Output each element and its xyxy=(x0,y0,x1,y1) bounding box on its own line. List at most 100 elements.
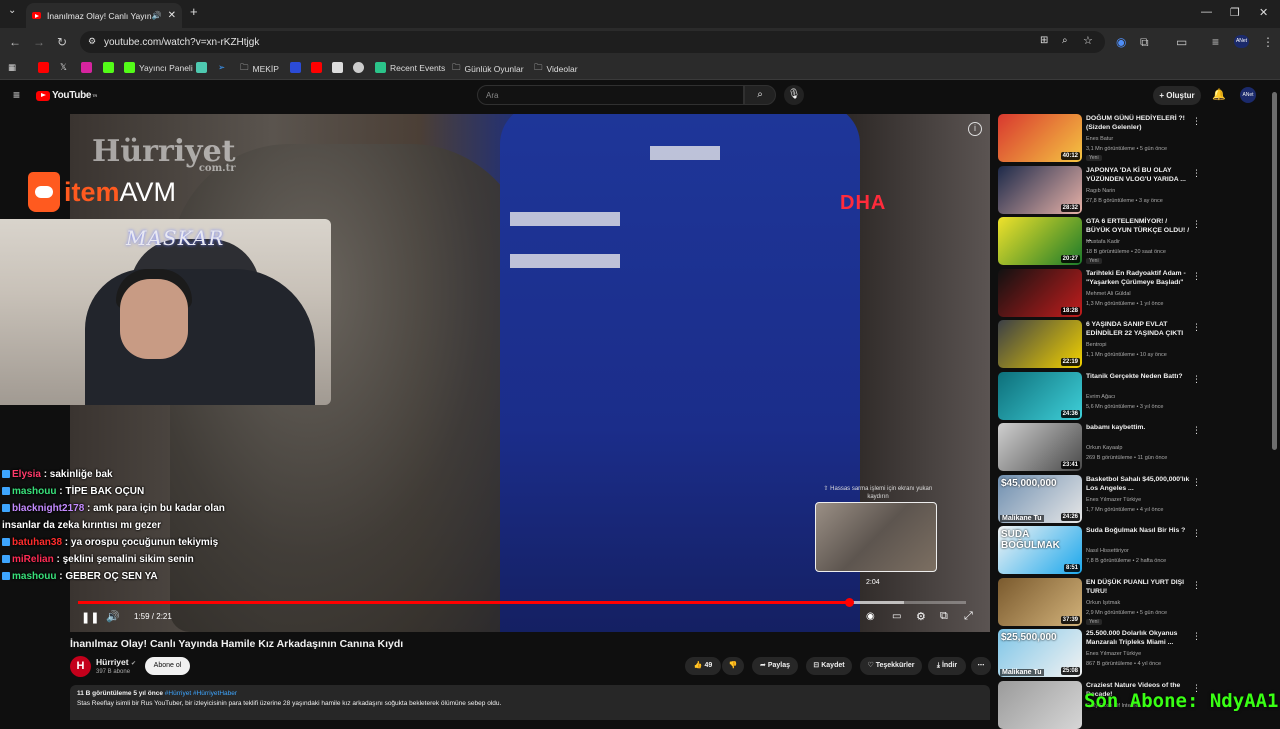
recommended-title[interactable]: Suda Boğulmak Nasıl Bir His ? xyxy=(1086,526,1190,535)
recommended-title[interactable]: JAPONYA 'DA Kİ BU OLAY YÜZÜNDEN VLOG'U Y… xyxy=(1086,166,1190,184)
recommended-video[interactable]: SUDA BOĞULMAK 8:51 Suda Boğulmak Nasıl Bir… xyxy=(998,526,1270,574)
video-thumbnail[interactable]: 23:41 xyxy=(998,423,1082,471)
close-window-icon[interactable]: ✕ xyxy=(1259,6,1268,19)
recommended-video[interactable]: 20:27 GTA 6 ERTELENMİYOR! / BÜYÜK OYUN TÜ… xyxy=(998,217,1270,265)
video-thumbnail[interactable]: 20:27 xyxy=(998,217,1082,265)
recommended-channel[interactable]: Evrim Ağacı xyxy=(1086,394,1115,400)
address-bar[interactable]: ⚙ youtube.com/watch?v=xn-rKZHtjgk ⊞ ⌕ ☆ xyxy=(80,31,1105,53)
page-scrollbar[interactable] xyxy=(1272,92,1277,450)
forward-icon[interactable]: → xyxy=(33,35,45,49)
more-options-icon[interactable]: ⋮ xyxy=(1192,271,1201,282)
video-thumbnail[interactable] xyxy=(998,680,1082,729)
notifications-bell-icon[interactable]: 🔔 xyxy=(1212,88,1226,101)
more-options-icon[interactable]: ⋮ xyxy=(1192,374,1201,385)
download-button[interactable]: ⤓ İndir xyxy=(928,657,966,675)
browser-tab[interactable]: İnanılmaz Olay! Canlı Yayınd 🔊 ✕ xyxy=(26,3,182,28)
recommended-title[interactable]: 25.500.000 Dolarlık Okyanus Manzaralı Tr… xyxy=(1086,629,1190,647)
bookmark-videolar[interactable]: 🗀 Videolar xyxy=(534,62,578,76)
bookmark-mekip[interactable]: 🗀 MEKİP xyxy=(240,62,279,76)
miniplayer-icon[interactable]: ⧉ xyxy=(940,610,948,623)
video-thumbnail[interactable]: SUDA BOĞULMAK 8:51 xyxy=(998,526,1082,574)
dislike-button[interactable]: 👎 xyxy=(722,657,744,675)
recommended-channel[interactable]: Mustafa Kadir xyxy=(1086,239,1120,245)
recommended-title[interactable]: EN DÜŞÜK PUANLI YURT DIŞI TURU! xyxy=(1086,578,1190,596)
more-options-icon[interactable]: ⋮ xyxy=(1192,631,1201,642)
install-icon[interactable]: ⊞ xyxy=(1040,35,1048,46)
recommended-video[interactable]: 40:12 DOĞUM GÜNÜ HEDİYELERİ ?! (Sizden Ge… xyxy=(998,114,1270,162)
recommended-video[interactable]: 28:32 JAPONYA 'DA Kİ BU OLAY YÜZÜNDEN VLO… xyxy=(998,165,1270,214)
bookmark-yayinci-paneli[interactable]: Yayıncı Paneli xyxy=(124,62,193,73)
bookmark-prime[interactable]: ➢ xyxy=(218,62,225,73)
description-box[interactable]: 11 B görüntüleme 5 yıl önce #Hürriyet #H… xyxy=(70,685,990,720)
video-thumbnail[interactable]: $45,000,000 Malikane Tu 24:26 xyxy=(998,474,1082,523)
like-button[interactable]: 👍 49 xyxy=(685,657,721,675)
search-input[interactable]: Ara xyxy=(477,85,744,105)
bookmark-youtube-2[interactable] xyxy=(311,62,326,73)
recommended-title[interactable]: Tarihteki En Radyoaktif Adam - "Yaşarken… xyxy=(1086,269,1190,287)
recommended-title[interactable]: babamı kaybettim. xyxy=(1086,423,1190,432)
fullscreen-icon[interactable]: ⤢ xyxy=(964,610,973,623)
extensions-puzzle-icon[interactable]: ⧉ xyxy=(1140,35,1149,50)
site-info-icon[interactable]: ⚙ xyxy=(88,36,96,47)
volume-icon[interactable]: 🔊 xyxy=(106,610,120,623)
recommended-video[interactable]: 23:41 babamı kaybettim. Orkun Kayaalp 269 B… xyxy=(998,423,1270,471)
video-thumbnail[interactable]: 24:36 xyxy=(998,371,1082,420)
recommended-channel[interactable]: Mehmet Ali Güldal xyxy=(1086,291,1131,297)
pause-icon[interactable]: ❚❚ xyxy=(81,611,99,624)
recommended-video[interactable]: $25,500,000 Malikane Tu 25:08 25.500.000 Do… xyxy=(998,629,1270,677)
voice-search-button[interactable]: 🎙 xyxy=(784,85,804,105)
more-actions-button[interactable]: ⋯ xyxy=(971,657,991,675)
channel-name[interactable]: Hürriyet ✔ xyxy=(96,657,136,667)
recommended-title[interactable]: DOĞUM GÜNÜ HEDİYELERİ ?! (Sizden Gelenle… xyxy=(1086,114,1190,132)
recommended-channel[interactable]: Nasıl Hissettiriyor xyxy=(1086,548,1129,554)
reload-icon[interactable]: ↻ xyxy=(57,35,67,49)
create-button[interactable]: + Oluştur xyxy=(1153,86,1201,105)
autoplay-toggle-icon[interactable]: ◉ xyxy=(866,611,875,622)
side-panel-icon[interactable]: ▭ xyxy=(1176,35,1187,49)
bookmark-chatgpt[interactable] xyxy=(353,62,368,73)
recommended-channel[interactable]: Enes Batur xyxy=(1086,136,1113,142)
recommended-title[interactable]: 6 YAŞINDA SANIP EVLAT EDİNDİLER 22 YAŞIN… xyxy=(1086,320,1190,338)
more-options-icon[interactable]: ⋮ xyxy=(1192,580,1201,591)
youtube-logo[interactable]: YouTube TR xyxy=(36,90,97,101)
bookmark-kick[interactable] xyxy=(103,62,118,73)
share-button[interactable]: ➦ Paylaş xyxy=(752,657,798,675)
tab-close-icon[interactable]: ✕ xyxy=(168,10,176,21)
save-button[interactable]: ⊟ Kaydet xyxy=(806,657,852,675)
channel-avatar[interactable]: H xyxy=(70,656,91,677)
recommended-title[interactable]: Titanik Gerçekte Neden Battı? xyxy=(1086,372,1190,381)
recommended-channel[interactable]: Ragıb Narin xyxy=(1086,188,1115,194)
recommended-video[interactable]: 37:39 EN DÜŞÜK PUANLI YURT DIŞI TURU! Orku… xyxy=(998,577,1270,626)
search-button[interactable]: ⌕ xyxy=(744,85,776,105)
hamburger-menu-icon[interactable]: ≡ xyxy=(13,88,20,102)
bookmark-tabs[interactable] xyxy=(196,62,211,73)
bookmark-instagram[interactable] xyxy=(81,62,96,73)
more-options-icon[interactable]: ⋮ xyxy=(1192,168,1201,179)
more-options-icon[interactable]: ⋮ xyxy=(1192,477,1201,488)
recommended-video[interactable]: 18:28 Tarihteki En Radyoaktif Adam - "Yaş… xyxy=(998,268,1270,317)
video-thumbnail[interactable]: 18:28 xyxy=(998,268,1082,317)
bookmark-x[interactable]: 𝕏 xyxy=(60,62,67,73)
video-thumbnail[interactable]: 37:39 xyxy=(998,577,1082,626)
recommended-channel[interactable]: Orkun Işıtmak xyxy=(1086,600,1120,606)
tab-list-icon[interactable]: ⌄ xyxy=(8,5,16,16)
back-icon[interactable]: ← xyxy=(9,35,21,49)
bookmark-site[interactable] xyxy=(290,62,305,73)
more-options-icon[interactable]: ⋮ xyxy=(1192,322,1201,333)
recommended-channel[interactable]: Enes Yılmazer Türkiye xyxy=(1086,651,1141,657)
recommended-channel[interactable]: Enes Yılmazer Türkiye xyxy=(1086,497,1141,503)
subtitles-icon[interactable]: ▭ xyxy=(892,611,901,622)
menu-dots-icon[interactable]: ⋮ xyxy=(1262,35,1274,49)
bookmark-recent-events[interactable]: Recent Events xyxy=(375,62,445,73)
recommended-video[interactable]: $45,000,000 Malikane Tu 24:26 Basketbol Sah… xyxy=(998,474,1270,523)
recommended-title[interactable]: Basketbol Sahalı $45,000,000'lık Los Ang… xyxy=(1086,475,1190,493)
account-avatar[interactable]: ANet xyxy=(1240,87,1256,103)
zoom-icon[interactable]: ⌕ xyxy=(1062,35,1068,46)
more-options-icon[interactable]: ⋮ xyxy=(1192,528,1201,539)
hashtags[interactable]: #Hürriyet #HürriyetHaber xyxy=(165,690,237,697)
more-options-icon[interactable]: ⋮ xyxy=(1192,219,1201,230)
progress-scrubber[interactable] xyxy=(844,598,854,607)
bookmark-youtube[interactable] xyxy=(38,62,53,73)
info-icon[interactable]: i xyxy=(968,122,982,136)
subscribe-button[interactable]: Abone ol xyxy=(145,657,190,675)
